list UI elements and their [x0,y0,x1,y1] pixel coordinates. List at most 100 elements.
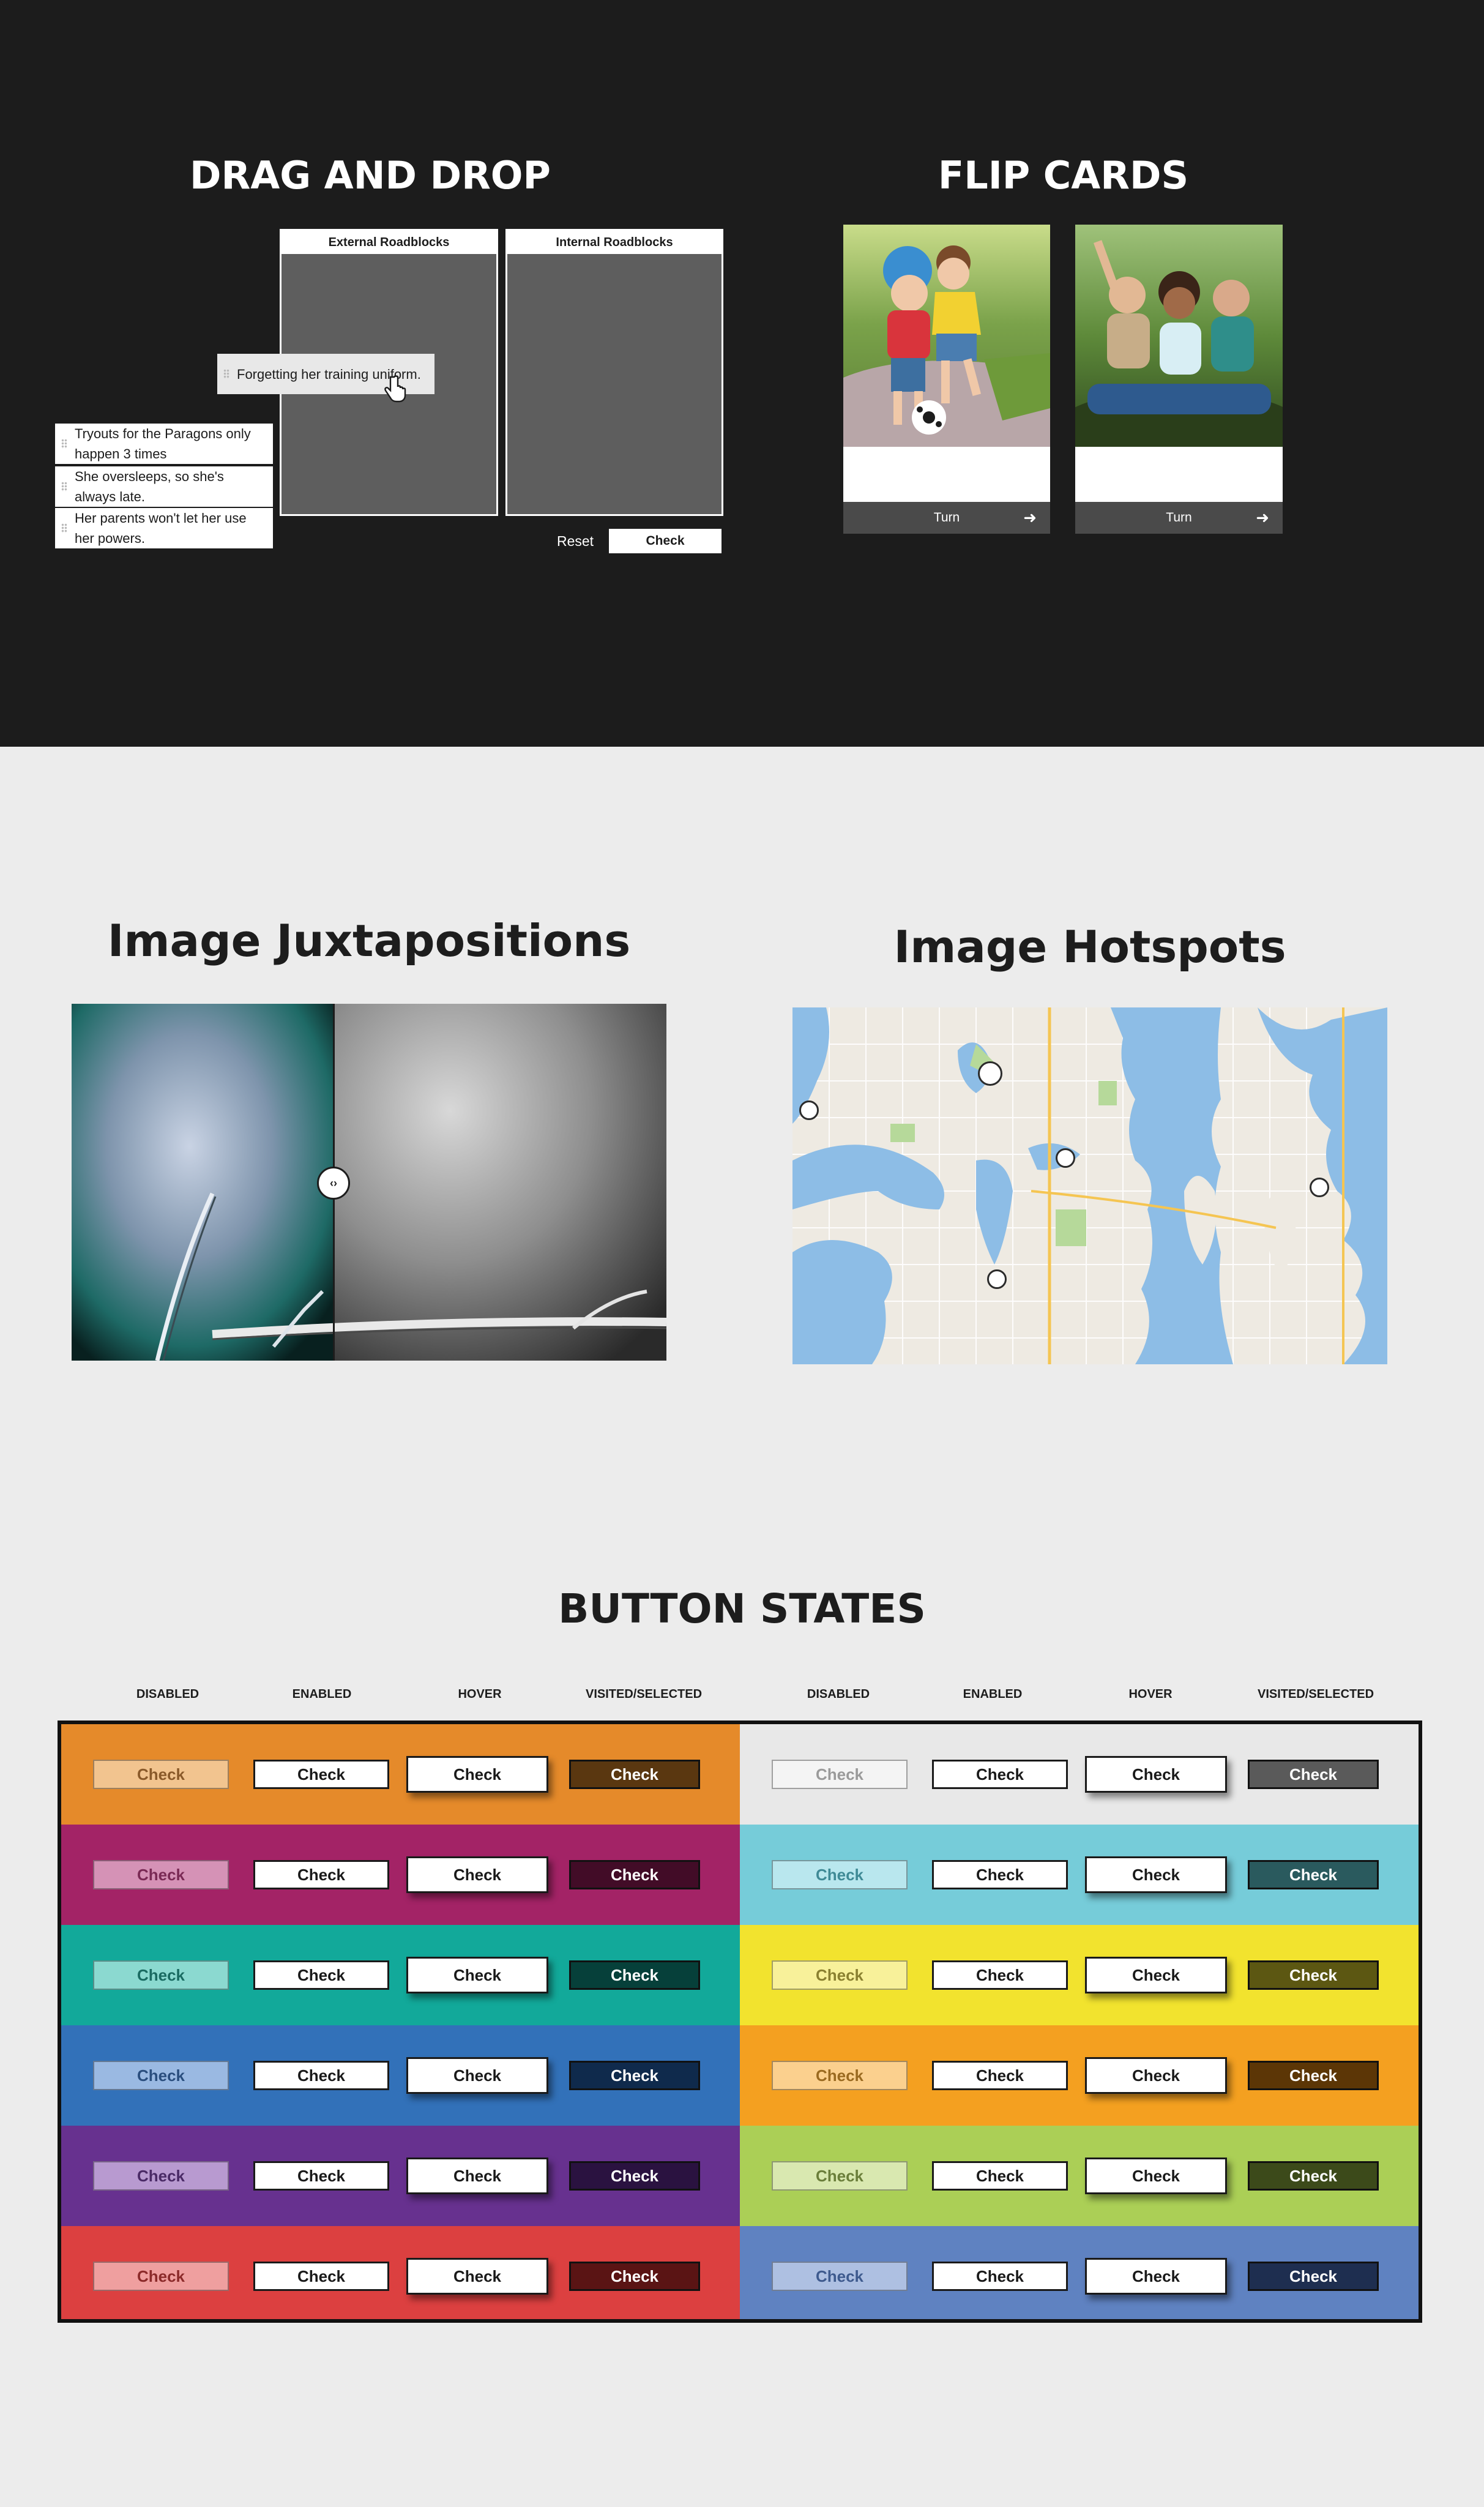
check-button-enabled[interactable]: Check [932,1960,1068,1990]
check-button-visited[interactable]: Check [1248,1760,1379,1789]
check-button-visited[interactable]: Check [569,1760,700,1789]
map-hotspot-marker[interactable] [978,1061,1002,1086]
map-hotspot-marker[interactable] [1310,1178,1329,1197]
check-button-visited[interactable]: Check [569,1960,700,1990]
check-button-visited[interactable]: Check [1248,1860,1379,1889]
check-button[interactable]: Check [609,529,721,553]
left-color-row: Check Check Check Check [61,1925,740,2025]
check-button-disabled: Check [93,2161,229,2191]
check-button-disabled: Check [93,2061,229,2090]
draggable-card[interactable]: Her parents won't let her use her powers… [55,508,273,548]
reset-button[interactable]: Reset [545,529,606,553]
check-button-disabled: Check [772,2161,908,2191]
card-label: Tryouts for the Paragons only happen 3 t… [75,426,251,461]
check-button-hover[interactable]: Check [406,2057,548,2094]
column-header: DISABLED [807,1687,870,1701]
dropzone-header: External Roadblocks [282,231,496,254]
check-button-hover[interactable]: Check [406,2258,548,2295]
check-button-hover[interactable]: Check [1085,2158,1227,2194]
column-header: DISABLED [136,1687,199,1701]
check-button-hover[interactable]: Check [406,2158,548,2194]
check-button-visited[interactable]: Check [1248,2161,1379,2191]
flip-cards-title: FLIP CARDS [938,153,1189,198]
frosted-branch-photo [72,1004,666,1361]
dropzone-header: Internal Roadblocks [507,231,721,254]
check-button-enabled[interactable]: Check [932,1760,1068,1789]
check-button-visited[interactable]: Check [1248,2061,1379,2090]
left-color-row: Check Check Check Check [61,1724,740,1825]
check-button-hover[interactable]: Check [406,1957,548,1993]
arrow-right-icon: ➜ [1023,508,1037,527]
map-hotspot-marker[interactable] [799,1100,819,1120]
left-color-row: Check Check Check Check [61,1825,740,1925]
kids-soccer-photo [843,225,1050,447]
check-button-visited[interactable]: Check [569,1860,700,1889]
map-hotspot-marker[interactable] [987,1269,1007,1289]
right-color-row: Check Check Check Check [740,1724,1419,1825]
left-color-row: Check Check Check Check [61,2126,740,2226]
check-button-visited[interactable]: Check [569,2161,700,2191]
chevron-left-right-icon: ‹› [330,1176,337,1189]
check-button-enabled[interactable]: Check [253,1760,389,1789]
right-color-row: Check Check Check Check [740,2025,1419,2126]
drag-grip-icon [61,439,67,449]
check-button-enabled[interactable]: Check [932,2161,1068,2191]
image-juxtaposition-widget[interactable]: ‹› [72,1004,666,1361]
check-button-visited[interactable]: Check [569,2262,700,2291]
juxtaposition-slider-handle[interactable]: ‹› [317,1167,350,1200]
card-label: Her parents won't let her use her powers… [75,510,247,546]
check-button-enabled[interactable]: Check [932,1860,1068,1889]
column-header: HOVER [458,1687,502,1701]
internal-roadblocks-dropzone[interactable]: Internal Roadblocks [505,229,723,516]
flip-card[interactable]: Turn ➜ [1075,225,1283,534]
flip-card-turn-button[interactable]: Turn ➜ [1075,502,1283,534]
check-button-enabled[interactable]: Check [253,2061,389,2090]
check-button-disabled: Check [772,2262,908,2291]
right-color-row: Check Check Check Check [740,1925,1419,2025]
check-button-hover[interactable]: Check [406,1756,548,1793]
check-button-disabled: Check [772,1860,908,1889]
left-color-row: Check Check Check Check [61,2025,740,2126]
check-button-enabled[interactable]: Check [932,2262,1068,2291]
column-header: ENABLED [963,1687,1023,1701]
drag-grip-icon [223,369,229,379]
check-button-enabled[interactable]: Check [253,2161,389,2191]
right-color-row: Check Check Check Check [740,2126,1419,2226]
button-states-title: BUTTON STATES [558,1585,926,1632]
check-button-visited[interactable]: Check [1248,2262,1379,2291]
check-button-disabled: Check [93,1960,229,1990]
flip-card[interactable]: Turn ➜ [843,225,1050,534]
check-button-disabled: Check [93,1860,229,1889]
check-button-hover[interactable]: Check [1085,2057,1227,2094]
image-juxtapositions-title: Image Juxtapositions [107,915,631,966]
image-hotspots-title: Image Hotspots [893,921,1286,973]
flip-card-turn-button[interactable]: Turn ➜ [843,502,1050,534]
draggable-card[interactable]: She oversleeps, so she's always late. [55,466,273,507]
turn-label: Turn [1166,510,1192,525]
button-states-grid: Check Check Check Check Check Check Check Check… [58,1721,1422,2323]
check-button-enabled[interactable]: Check [253,2262,389,2291]
right-color-row: Check Check Check Check [740,1825,1419,1925]
check-button-enabled[interactable]: Check [253,1860,389,1889]
check-button-visited[interactable]: Check [569,2061,700,2090]
check-button-visited[interactable]: Check [1248,1960,1379,1990]
left-color-row: Check Check Check Check [61,2226,740,2319]
column-header: VISITED/SELECTED [585,1687,703,1701]
check-button-hover[interactable]: Check [1085,1756,1227,1793]
check-button-disabled: Check [772,1760,908,1789]
check-button-enabled[interactable]: Check [253,1960,389,1990]
drag-and-drop-title: DRAG AND DROP [190,153,551,198]
check-button-hover[interactable]: Check [1085,2258,1227,2295]
check-button-disabled: Check [93,2262,229,2291]
check-button-disabled: Check [93,1760,229,1789]
column-header: ENABLED [292,1687,352,1701]
draggable-card[interactable]: Tryouts for the Paragons only happen 3 t… [55,424,273,464]
check-button-enabled[interactable]: Check [932,2061,1068,2090]
check-button-hover[interactable]: Check [1085,1957,1227,1993]
map-hotspot-marker[interactable] [1056,1148,1075,1168]
check-button-hover[interactable]: Check [1085,1856,1227,1893]
card-label: She oversleeps, so she's always late. [75,469,224,504]
check-button-disabled: Check [772,2061,908,2090]
turn-label: Turn [933,510,960,525]
check-button-hover[interactable]: Check [406,1856,548,1893]
